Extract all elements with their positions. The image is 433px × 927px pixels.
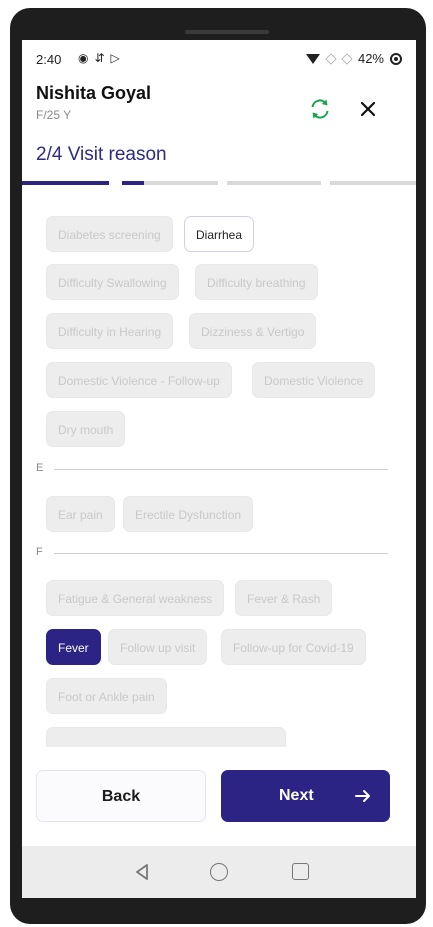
reason-chip[interactable]: Domestic Violence - Follow-up: [46, 362, 232, 398]
battery-percent: 42%: [357, 51, 384, 66]
status-right: 42%: [305, 51, 402, 66]
reason-chip[interactable]: Follow up visit: [108, 629, 208, 665]
signal-icon-2: [341, 52, 353, 65]
patient-meta: F/25 Y: [36, 108, 72, 122]
close-icon[interactable]: [356, 97, 380, 121]
app-notification-icon: ◉: [78, 51, 89, 65]
step-title: 2/4 Visit reason: [36, 144, 167, 165]
reason-chip[interactable]: Fever & Rash: [235, 580, 333, 616]
notification-icons: ◉ ⇵ ▷: [78, 51, 120, 65]
system-nav-bar: [22, 846, 416, 898]
reason-chip[interactable]: Fatigue & General weakness: [46, 580, 225, 616]
reason-chip[interactable]: Domestic Violence: [252, 362, 376, 398]
reason-chip[interactable]: Difficulty Swallowing: [46, 264, 179, 300]
reason-chip[interactable]: Difficulty in Hearing: [46, 313, 174, 349]
section-letter: F: [36, 546, 43, 558]
battery-icon: [390, 52, 402, 65]
refresh-icon[interactable]: [308, 97, 332, 121]
status-bar: 2:40 ◉ ⇵ ▷ 42%: [22, 40, 416, 78]
section-divider-e: E: [36, 462, 388, 476]
back-button[interactable]: Back: [36, 770, 206, 822]
section-divider-f: F: [36, 546, 388, 560]
reason-chip[interactable]: Erectile Dysfunction: [123, 496, 254, 532]
visit-reason-list: Diabetes screening Diarrhea Difficulty S…: [22, 200, 416, 747]
nav-back-icon[interactable]: [134, 863, 150, 881]
patient-name: Nishita Goyal: [36, 83, 152, 103]
reason-chip[interactable]: Dizziness & Vertigo: [189, 313, 317, 349]
divider-line: [54, 553, 388, 554]
nav-recents-icon[interactable]: [292, 863, 309, 880]
reason-chip-diarrhea[interactable]: Diarrhea: [184, 216, 255, 252]
reason-chip[interactable]: Ear pain: [46, 496, 115, 532]
play-store-icon: ▷: [110, 51, 120, 65]
reason-chip[interactable]: Diabetes screening: [46, 216, 173, 252]
progress-step-2-fill: [122, 181, 144, 185]
wifi-off-notification-icon: ⇵: [94, 51, 105, 65]
section-letter: E: [36, 462, 44, 474]
next-button-label: Next: [279, 787, 314, 804]
reason-chip-partial[interactable]: [46, 727, 286, 747]
app-screen: 2:40 ◉ ⇵ ▷ 42% Nishita Goyal F/25 Y 2/4 …: [22, 40, 416, 866]
reason-chip[interactable]: Dry mouth: [46, 411, 126, 447]
divider-line: [54, 469, 388, 470]
reason-chip-selected[interactable]: Fever: [46, 629, 101, 665]
arrow-right-icon: [355, 790, 370, 802]
reason-chip[interactable]: Difficulty breathing: [195, 264, 318, 300]
speaker: [185, 30, 269, 34]
wifi-icon: [305, 53, 320, 64]
nav-home-icon[interactable]: [210, 863, 228, 881]
step-progress: [22, 181, 416, 185]
reason-chip[interactable]: Follow-up for Covid-19: [221, 629, 366, 665]
next-button[interactable]: Next: [221, 770, 390, 822]
signal-icon: [325, 52, 337, 65]
progress-step-1: [22, 181, 109, 185]
reason-chip[interactable]: Foot or Ankle pain: [46, 678, 167, 714]
progress-step-3: [227, 181, 321, 185]
status-time: 2:40: [36, 52, 62, 67]
progress-step-4: [330, 181, 416, 185]
